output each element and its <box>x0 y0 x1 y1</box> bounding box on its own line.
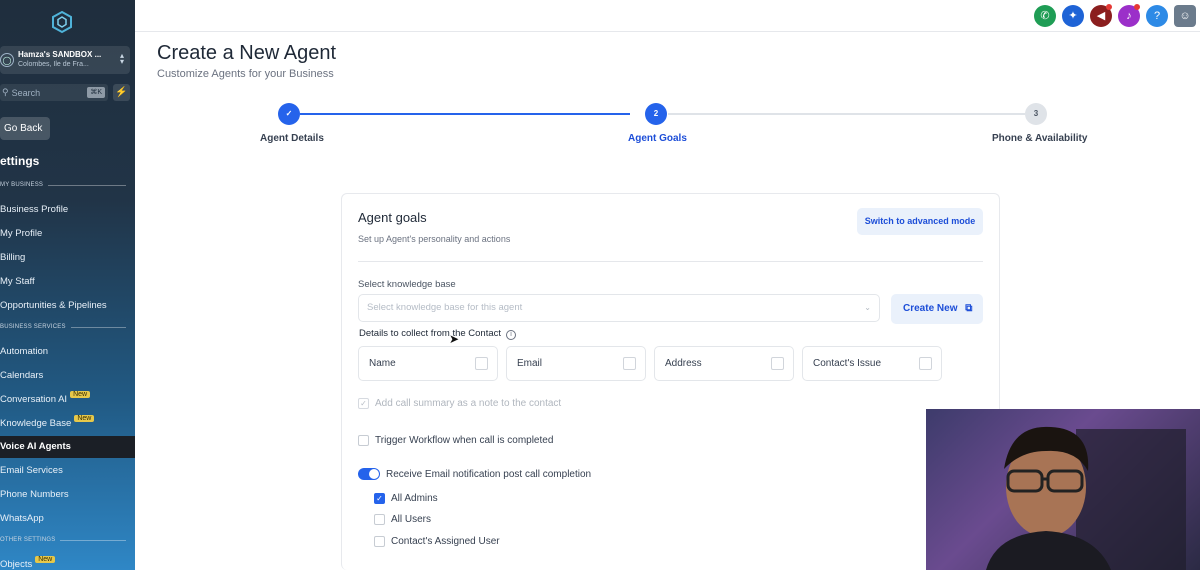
sidebar-item-opportunities[interactable]: Opportunities & Pipelines <box>0 300 107 311</box>
recipient-all-admins[interactable]: ✓ All Admins <box>374 493 438 504</box>
page-subtitle: Customize Agents for your Business <box>157 68 334 80</box>
field-address-checkbox[interactable] <box>771 357 784 370</box>
field-name[interactable]: Name <box>358 346 498 381</box>
app-logo-icon[interactable] <box>50 10 74 34</box>
assigned-user-checkbox[interactable] <box>374 536 385 547</box>
step-1-label: Agent Details <box>260 133 324 144</box>
step-3-label: Phone & Availability <box>992 133 1088 144</box>
sidebar-item-my-staff[interactable]: My Staff <box>0 276 35 287</box>
step-3-circle[interactable]: 3 <box>1025 103 1047 125</box>
sidebar-item-calendars[interactable]: Calendars <box>0 370 43 381</box>
sidebar-item-conversation-ai[interactable]: Conversation AI New <box>0 391 91 405</box>
call-summary-checkbox: ✓ <box>358 398 369 409</box>
email-notification-toggle[interactable] <box>358 468 380 480</box>
sidebar-item-voice-ai-agents[interactable]: Voice AI Agents <box>0 436 135 458</box>
field-name-checkbox[interactable] <box>475 357 488 370</box>
quick-action-bolt-icon[interactable]: ⚡ <box>113 84 130 101</box>
new-badge: New <box>74 415 95 422</box>
knowledge-base-label: Select knowledge base <box>358 279 456 290</box>
help-icon[interactable]: ? <box>1146 5 1168 27</box>
knowledge-base-placeholder: Select knowledge base for this agent <box>367 302 523 313</box>
sidebar-item-billing[interactable]: Billing <box>0 252 25 263</box>
account-name: Hamza's SANDBOX ... <box>18 50 102 59</box>
details-label: Details to collect from the Contact i <box>359 328 517 340</box>
create-new-label: Create New <box>903 303 958 314</box>
trigger-workflow-option[interactable]: Trigger Workflow when call is completed <box>358 435 553 446</box>
search-placeholder: Search <box>11 87 41 98</box>
divider <box>358 261 983 262</box>
info-icon[interactable]: i <box>506 330 517 340</box>
account-switcher[interactable]: ◯ Hamza's SANDBOX ... Colombes, Ile de F… <box>0 46 130 74</box>
section-business-services: BUSINESS SERVICES <box>0 324 126 330</box>
notification-dot <box>1106 4 1112 10</box>
field-contacts-issue-checkbox[interactable] <box>919 357 932 370</box>
all-admins-checkbox[interactable]: ✓ <box>374 493 385 504</box>
knowledge-base-select[interactable]: Select knowledge base for this agent ⌄ <box>358 294 880 322</box>
sidebar-item-objects[interactable]: Objects New <box>0 556 56 570</box>
email-notification-option[interactable]: Receive Email notification post call com… <box>358 468 591 480</box>
card-subtitle: Set up Agent's personality and actions <box>358 234 511 244</box>
field-address[interactable]: Address <box>654 346 794 381</box>
new-badge: New <box>35 556 56 563</box>
new-badge: New <box>70 391 91 398</box>
stepper-line-pending <box>668 113 1025 115</box>
presenter-video-image <box>986 426 1186 570</box>
switch-advanced-mode-button[interactable]: Switch to advanced mode <box>857 208 983 235</box>
account-location: Colombes, Ile de Fra... <box>18 61 89 68</box>
field-email[interactable]: Email <box>506 346 646 381</box>
section-my-business: MY BUSINESS <box>0 182 126 188</box>
section-other-settings: OTHER SETTINGS <box>0 537 126 543</box>
sidebar-item-automation[interactable]: Automation <box>0 346 48 357</box>
stepper-line-done <box>300 113 630 115</box>
step-2-circle[interactable]: 2 <box>645 103 667 125</box>
field-contacts-issue[interactable]: Contact's Issue <box>802 346 942 381</box>
chevron-updown-icon: ▴ ▾ <box>119 51 124 66</box>
step-2-label: Agent Goals <box>628 133 687 144</box>
step-1-check-icon[interactable]: ✓ <box>278 103 300 125</box>
create-new-button[interactable]: Create New ⧉ <box>891 294 983 324</box>
recipient-all-users[interactable]: All Users <box>374 514 431 525</box>
mouse-cursor-icon: ➤ <box>449 332 460 346</box>
call-summary-option: ✓ Add call summary as a note to the cont… <box>358 398 561 409</box>
agent-goals-card: Agent goals Set up Agent's personality a… <box>341 193 1000 570</box>
account-icon: ◯ <box>0 53 14 67</box>
webcam-overlay <box>926 409 1200 570</box>
sidebar-item-my-profile[interactable]: My Profile <box>0 228 42 239</box>
go-back-button[interactable]: Go Back <box>0 117 50 140</box>
sidebar-item-email-services[interactable]: Email Services <box>0 465 63 476</box>
sidebar-item-whatsapp[interactable]: WhatsApp <box>0 513 44 524</box>
sidebar-item-phone-numbers[interactable]: Phone Numbers <box>0 489 69 500</box>
sidebar: ◯ Hamza's SANDBOX ... Colombes, Ile de F… <box>0 0 135 570</box>
notification-dot <box>1134 4 1140 10</box>
search-shortcut: ⌘K <box>87 87 105 98</box>
magic-icon[interactable]: ✦ <box>1062 5 1084 27</box>
settings-title: ettings <box>0 154 40 168</box>
page-title: Create a New Agent <box>157 42 336 64</box>
phone-icon[interactable]: ✆ <box>1034 5 1056 27</box>
field-email-checkbox[interactable] <box>623 357 636 370</box>
search-input[interactable]: ⚲ Search ⌘K <box>0 84 108 101</box>
avatar-icon[interactable]: ☺ <box>1174 5 1196 27</box>
top-bar: ✆ ✦ ◀ ♪ ? ☺ <box>135 0 1200 32</box>
recipient-assigned-user[interactable]: Contact's Assigned User <box>374 536 500 547</box>
external-link-icon: ⧉ <box>965 303 973 314</box>
sidebar-item-business-profile[interactable]: Business Profile <box>0 204 68 215</box>
sidebar-item-knowledge-base[interactable]: Knowledge Base New <box>0 415 95 429</box>
search-icon: ⚲ <box>2 87 9 97</box>
trigger-workflow-checkbox[interactable] <box>358 435 369 446</box>
card-title: Agent goals <box>358 210 427 225</box>
all-users-checkbox[interactable] <box>374 514 385 525</box>
chevron-down-icon: ⌄ <box>864 303 871 312</box>
